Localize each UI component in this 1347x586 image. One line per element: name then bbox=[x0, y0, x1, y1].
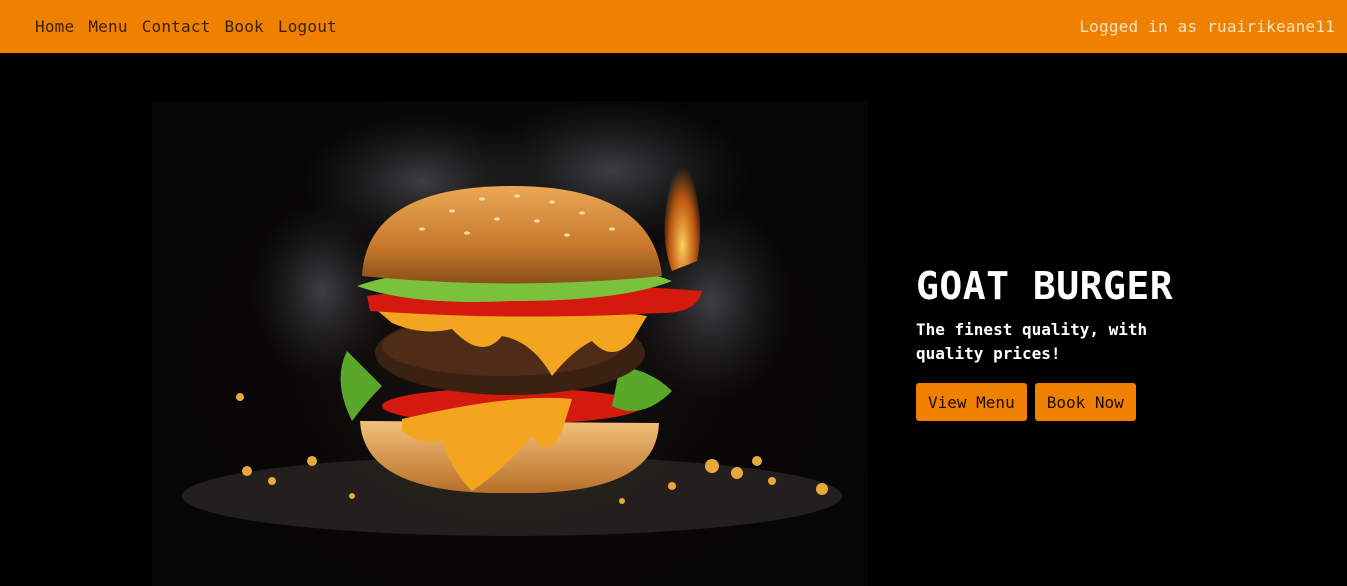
view-menu-button[interactable]: View Menu bbox=[916, 383, 1027, 421]
book-now-button[interactable]: Book Now bbox=[1034, 383, 1136, 421]
hero-buttons: View Menu Book Now bbox=[916, 383, 1246, 421]
nav-links: Home Menu Contact Book Logout bbox=[28, 17, 344, 36]
hero-text: GOAT BURGER The finest quality, with qua… bbox=[916, 262, 1246, 421]
logged-in-status: Logged in as ruairikeane11 bbox=[1079, 17, 1335, 36]
nav-link-contact[interactable]: Contact bbox=[135, 17, 218, 36]
nav-link-logout[interactable]: Logout bbox=[271, 17, 344, 36]
hero-burger-image bbox=[152, 101, 868, 586]
nav-link-menu[interactable]: Menu bbox=[81, 17, 134, 36]
navbar: Home Menu Contact Book Logout Logged in … bbox=[0, 0, 1347, 53]
hero-subtitle: The finest quality, with quality prices! bbox=[916, 320, 1148, 363]
hero-title: GOAT BURGER bbox=[916, 264, 1174, 308]
nav-link-home[interactable]: Home bbox=[28, 17, 81, 36]
nav-link-book[interactable]: Book bbox=[218, 17, 271, 36]
burger-illustration bbox=[182, 101, 842, 536]
